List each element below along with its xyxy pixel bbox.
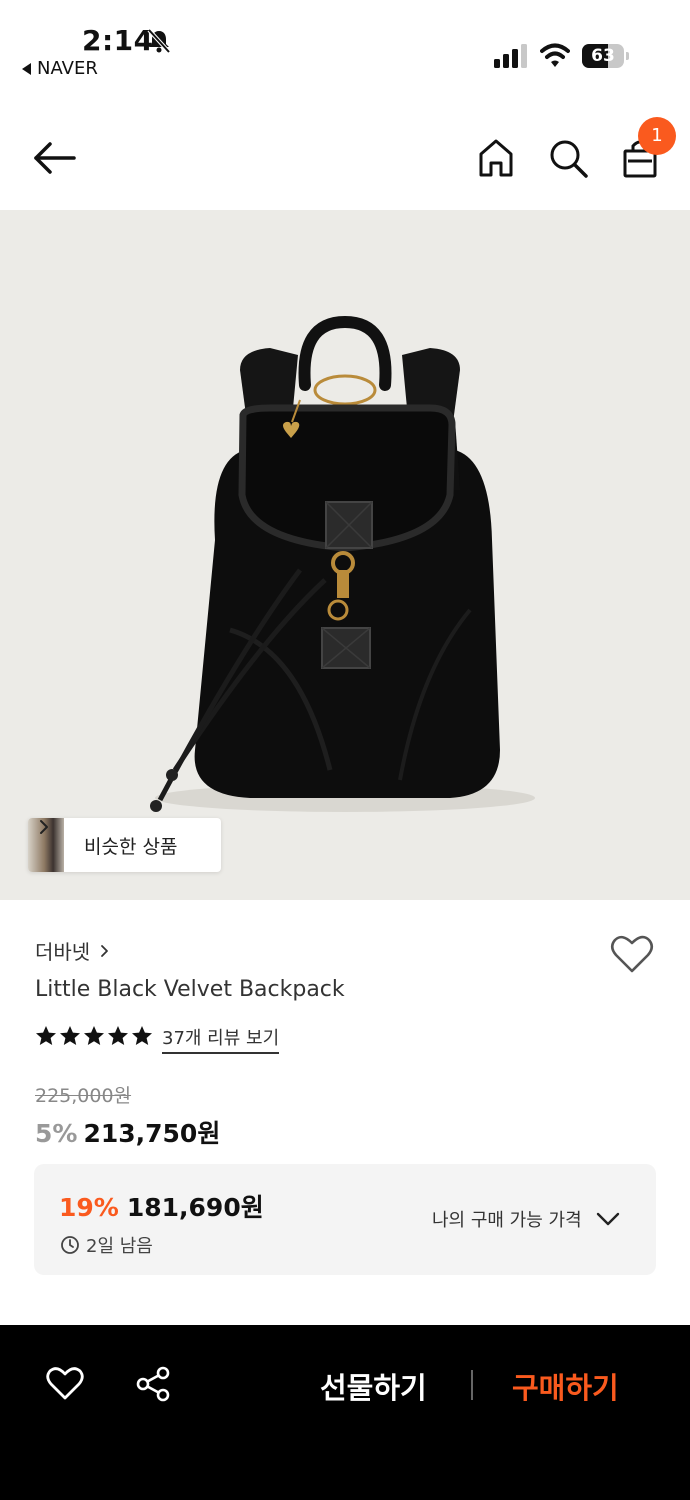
star-icon bbox=[132, 1026, 152, 1045]
gift-button[interactable]: 선물하기 bbox=[320, 1365, 427, 1407]
product-image[interactable]: 비슷한 상품 bbox=[0, 210, 690, 900]
my-price-toggle[interactable]: 나의 구매 가능 가격 bbox=[432, 1206, 620, 1232]
divider bbox=[471, 1370, 473, 1400]
discount-price: 213,750원 bbox=[83, 1119, 221, 1148]
discount-price-row: 5% 213,750원 bbox=[35, 1114, 220, 1150]
brand-link[interactable]: 더바넷 bbox=[35, 936, 109, 965]
similar-products-label: 비슷한 상품 bbox=[84, 835, 178, 858]
top-navigation: 1 bbox=[0, 100, 690, 210]
best-discount-rate: 19% bbox=[59, 1193, 119, 1222]
similar-products-button[interactable]: 비슷한 상품 bbox=[28, 818, 221, 872]
bottom-action-bar: 선물하기 구매하기 bbox=[0, 1325, 690, 1500]
best-price: 181,690원 bbox=[126, 1193, 264, 1222]
best-price-row: 19% 181,690원 bbox=[59, 1188, 264, 1224]
back-arrow-icon[interactable] bbox=[30, 136, 78, 180]
wishlist-heart-icon[interactable] bbox=[610, 934, 654, 974]
back-app-label: NAVER bbox=[37, 58, 98, 79]
cart-count-badge: 1 bbox=[638, 117, 676, 155]
discount-rate: 5% bbox=[35, 1119, 78, 1148]
original-price: 225,000원 bbox=[35, 1085, 132, 1107]
product-info: 더바넷 Little Black Velvet Backpack 37개 리뷰 … bbox=[0, 900, 690, 1325]
star-icon bbox=[108, 1026, 128, 1045]
remaining-time: 2일 남음 bbox=[60, 1232, 153, 1258]
share-icon[interactable] bbox=[134, 1365, 172, 1403]
star-rating bbox=[35, 1025, 153, 1047]
search-icon[interactable] bbox=[546, 136, 590, 180]
home-icon[interactable] bbox=[474, 136, 518, 180]
star-icon bbox=[36, 1026, 56, 1045]
back-triangle-icon bbox=[22, 62, 31, 75]
chevron-right-icon bbox=[101, 944, 109, 957]
heart-icon[interactable] bbox=[46, 1367, 84, 1401]
chevron-right-icon bbox=[40, 820, 48, 834]
my-price-label: 나의 구매 가능 가격 bbox=[432, 1210, 582, 1231]
best-price-box[interactable]: 19% 181,690원 2일 남음 나의 구매 가능 가격 bbox=[34, 1164, 656, 1275]
star-icon bbox=[60, 1026, 80, 1045]
brand-name: 더바넷 bbox=[35, 940, 91, 964]
bell-muted-icon bbox=[147, 28, 171, 54]
backpack-photo bbox=[150, 315, 535, 812]
star-icon bbox=[84, 1026, 104, 1045]
remaining-label: 2일 남음 bbox=[86, 1236, 153, 1257]
product-title: Little Black Velvet Backpack bbox=[35, 977, 345, 1002]
back-to-app-link[interactable]: NAVER bbox=[22, 58, 98, 79]
battery-indicator: 63 bbox=[582, 44, 629, 68]
chevron-down-icon bbox=[596, 1212, 619, 1226]
status-time: 2:14 bbox=[82, 24, 154, 57]
battery-percent: 63 bbox=[591, 46, 615, 66]
review-link[interactable]: 37개 리뷰 보기 bbox=[162, 1024, 280, 1054]
status-bar: 2:14 NAVER 63 bbox=[0, 0, 690, 100]
buy-button[interactable]: 구매하기 bbox=[512, 1365, 619, 1407]
clock-icon bbox=[61, 1236, 79, 1254]
cell-signal-icon bbox=[494, 44, 527, 68]
wifi-icon bbox=[540, 43, 570, 67]
